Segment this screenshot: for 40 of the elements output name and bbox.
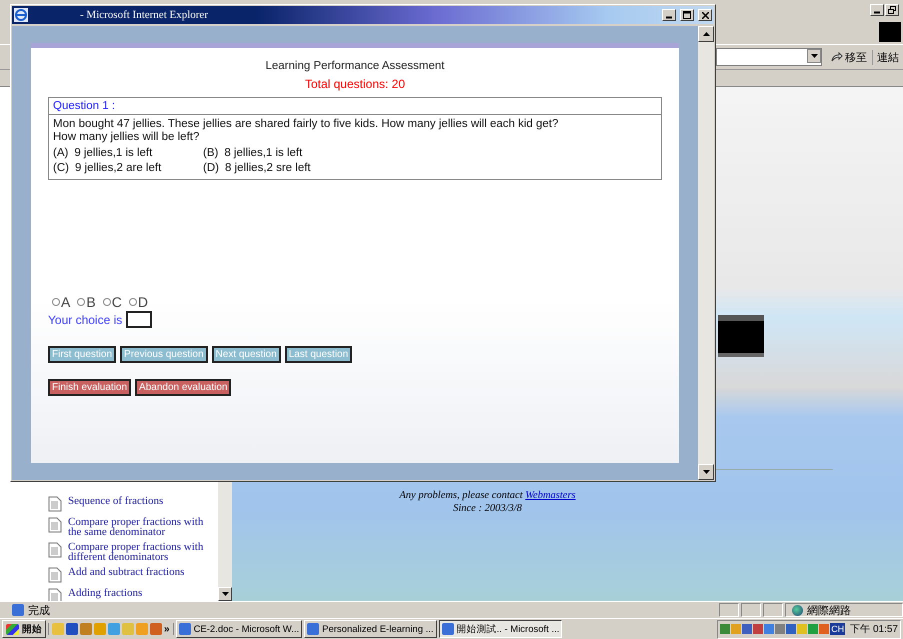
taskbar-button[interactable]: Personalized E-learning ... bbox=[304, 620, 437, 638]
taskbar-button[interactable]: CE-2.doc - Microsoft W... bbox=[176, 620, 302, 638]
option-text: 9 jellies,1 is left bbox=[74, 147, 152, 160]
sidebar-link[interactable]: Adding fractions bbox=[68, 588, 208, 598]
option-text: 9 jellies,2 are left bbox=[74, 162, 162, 175]
question-label: Question 1 : bbox=[49, 98, 661, 115]
option-text: 8 jellies,2 sre left bbox=[224, 162, 311, 175]
option-letter: (C) bbox=[53, 162, 69, 175]
assessment-title: Learning Performance Assessment bbox=[264, 59, 446, 74]
option-letter: (A) bbox=[53, 147, 68, 160]
sidebar-link[interactable]: Compare proper fractions with different denominators bbox=[68, 542, 208, 562]
sidebar-link[interactable]: Add and subtract fractions bbox=[68, 567, 208, 577]
contact-text: Any problems, please contact Webmasters bbox=[399, 489, 576, 502]
total-questions: Total questions: 20 bbox=[304, 77, 406, 93]
zone-text: 網際網路 bbox=[807, 604, 851, 618]
start-button[interactable]: 開始 bbox=[2, 620, 46, 638]
links-label[interactable]: 連結 bbox=[872, 50, 899, 64]
sidebar-link[interactable]: Compare proper fractions with the same denominator bbox=[68, 517, 208, 537]
option-letter: (B) bbox=[203, 147, 218, 160]
window-title: - Microsoft Internet Explorer bbox=[80, 9, 209, 21]
sidebar-link[interactable]: Sequence of fractions bbox=[68, 496, 208, 506]
go-button[interactable]: 移至 bbox=[828, 50, 870, 64]
radio-label[interactable]: C bbox=[112, 294, 122, 310]
language-indicator[interactable]: CH bbox=[830, 623, 846, 635]
webmasters-link[interactable]: Webmasters bbox=[525, 490, 576, 501]
radio-label[interactable]: B bbox=[86, 294, 96, 310]
taskbar-button[interactable]: 開始測試.. - Microsoft ... bbox=[438, 620, 562, 638]
status-text: 完成 bbox=[28, 604, 50, 618]
option-letter: (D) bbox=[203, 162, 219, 175]
evaluation-button[interactable]: Finish evaluation bbox=[48, 379, 132, 396]
option-text: 8 jellies,1 is left bbox=[224, 147, 302, 160]
since-text: Since : 2003/3/8 bbox=[453, 502, 522, 515]
question-text: How many jellies will be left? bbox=[53, 131, 200, 144]
question-text: Mon bought 47 jellies. These jellies are shared fairly to five kids. How many jellies will each kid get? bbox=[53, 118, 560, 131]
clock: 下午 01:57 bbox=[850, 623, 898, 636]
evaluation-button[interactable]: Abandon evaluation bbox=[135, 379, 232, 396]
radio-label[interactable]: A bbox=[61, 294, 70, 310]
choice-label: Your choice is bbox=[48, 312, 122, 326]
more-chevron[interactable]: » bbox=[164, 624, 170, 634]
radio-label[interactable]: D bbox=[138, 294, 148, 310]
